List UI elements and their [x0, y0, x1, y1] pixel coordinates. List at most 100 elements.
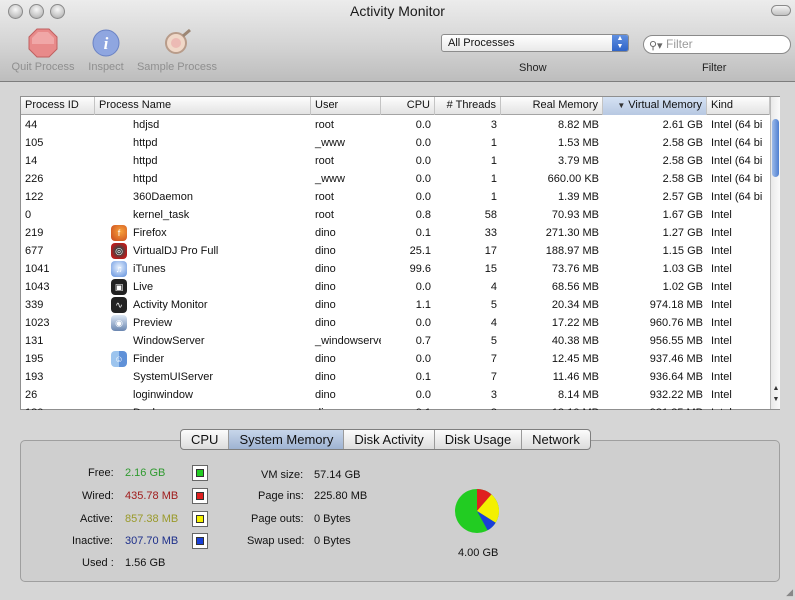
cell-virtual: 2.58 GB [662, 173, 703, 185]
cell-user: root [315, 209, 334, 221]
table-row[interactable]: 180 Dockdino0.1313.10 MB931.35 MBIntel [21, 404, 770, 410]
column-cpu[interactable]: CPU [381, 97, 435, 115]
wired-color-swatch[interactable] [192, 488, 208, 504]
cell-virtual: 956.55 MB [649, 335, 703, 347]
column-process-id[interactable]: Process ID [21, 97, 95, 115]
table-row[interactable]: 195 Finder dino 0.0 7 12.45 MB 937.46 MB Intel ☺ [21, 350, 770, 368]
cell-real: 12.45 MB [551, 353, 599, 365]
tab-system-memory[interactable]: System Memory [229, 430, 345, 449]
table-row[interactable]: 44 hdjsd root 0.0 3 8.82 MB 2.61 GB Intel (64 b… [21, 116, 770, 134]
free-color-swatch[interactable] [192, 465, 208, 481]
scrollbar-thumb[interactable] [772, 119, 779, 177]
cell-user: dino [315, 263, 336, 275]
inactive-color-swatch[interactable] [192, 533, 208, 549]
tab-network[interactable]: Network [522, 430, 590, 449]
vm-size-label: VM size: [261, 469, 304, 481]
cell-virtual: 2.58 GB [662, 137, 703, 149]
table-row[interactable]: 677 VirtualDJ Pro Full dino 25.1 17 188.97 MB… [21, 242, 770, 260]
cell-kind: Intel (64 bi [711, 137, 763, 149]
cell-name: hdjsd [133, 119, 160, 131]
cell-threads: 3 [435, 404, 501, 410]
search-icon: ⚲▾ [649, 40, 663, 52]
cell-virtual: 974.18 MB [649, 299, 703, 311]
cell-kind: Intel [711, 317, 732, 329]
active-color-swatch[interactable] [192, 511, 208, 527]
table-row[interactable]: 26 loginwindow dino 0.0 3 8.14 MB 932.22 MB Int… [21, 386, 770, 404]
column-real-memory[interactable]: Real Memory [501, 97, 603, 115]
cell-real: 188.97 MB [545, 245, 599, 257]
memory-pie-chart [455, 489, 500, 533]
free-value: 2.16 GB [125, 467, 166, 479]
cell-real: 660.00 KB [547, 173, 599, 185]
table-row[interactable]: 131 WindowServer _windowserver 0.7 5 40.38 MB… [21, 332, 770, 350]
cell-name: WindowServer [133, 335, 205, 347]
show-processes-popup[interactable]: All Processes ▲ ▼ [441, 34, 629, 52]
finder-icon: ☺ [111, 351, 127, 367]
table-row[interactable]: 339 Activity Monitor dino 1.1 5 20.34 MB 974.1… [21, 296, 770, 314]
sample-process-button[interactable]: Sample Process [134, 28, 220, 73]
free-label: Free: [88, 467, 114, 479]
cell-virtual: 1.27 GB [662, 227, 703, 239]
cell-user: _www [315, 137, 345, 149]
cell-user: root [315, 119, 334, 131]
filter-search-field[interactable]: ⚲▾ Filter [643, 35, 791, 54]
cell-name: Preview [133, 317, 173, 329]
cell-pid: 1041 [25, 263, 50, 275]
tab-disk-usage[interactable]: Disk Usage [435, 430, 523, 449]
vm-size-value: 57.14 GB [314, 469, 361, 481]
cell-kind: Intel [711, 227, 732, 239]
cell-threads: 58 [484, 209, 497, 221]
cell-cpu: 1.1 [415, 299, 431, 311]
cell-real: 1.39 MB [558, 191, 599, 203]
itunes-icon: ♫ [111, 261, 127, 277]
tab-cpu[interactable]: CPU [181, 430, 230, 449]
cell-cpu: 0.0 [415, 389, 431, 401]
cell-pid: 1023 [25, 317, 50, 329]
cell-cpu: 0.0 [415, 281, 431, 293]
table-row[interactable]: 122 360Daemon root 0.0 1 1.39 MB 2.57 GB Intel … [21, 188, 770, 206]
inspect-button[interactable]: i Inspect [84, 28, 128, 73]
cell-virtual: 1.15 GB [662, 245, 703, 257]
column-user[interactable]: User [311, 97, 381, 115]
cell-kind: Intel [711, 389, 732, 401]
cell-user: dino [315, 227, 336, 239]
table-row[interactable]: 105 httpd _www 0.0 1 1.53 MB 2.58 GB Intel (64 … [21, 134, 770, 152]
resize-grip-icon[interactable]: ◢ [786, 587, 793, 598]
scroll-up-arrow-icon[interactable]: ▲ [772, 385, 780, 392]
quit-process-button[interactable]: Quit Process [8, 28, 78, 73]
column-virtual-memory[interactable]: ▼ Virtual Memory [603, 97, 707, 115]
cell-kind: Intel [711, 335, 732, 347]
cell-threads: 3 [490, 389, 497, 401]
table-row[interactable]: 226 httpd _www 0.0 1 660.00 KB 2.58 GB Intel (6… [21, 170, 770, 188]
activity-monitor-icon: ∿ [111, 297, 127, 313]
wired-value: 435.78 MB [125, 490, 179, 502]
column-threads[interactable]: # Threads [435, 97, 501, 115]
cell-real: 3.79 MB [558, 155, 599, 167]
table-row[interactable]: 1023 Preview dino 0.0 4 17.22 MB 960.76 MB Inte… [21, 314, 770, 332]
tab-disk-activity[interactable]: Disk Activity [344, 430, 435, 449]
table-row[interactable]: 0 kernel_task root 0.8 58 70.93 MB 1.67 GB Inte… [21, 206, 770, 224]
cell-name: httpd [133, 137, 158, 149]
cell-threads: 33 [484, 227, 497, 239]
table-row[interactable]: 1043 Live dino 0.0 4 68.56 MB 1.02 GB Intel ▣ [21, 278, 770, 296]
cell-kind: Intel (64 bi [711, 155, 763, 167]
cell-virtual: 932.22 MB [649, 389, 703, 401]
used-label: Used : [82, 557, 114, 569]
cell-user: dino [315, 299, 336, 311]
table-row[interactable]: 14 httpd root 0.0 1 3.79 MB 2.58 GB Intel (64 b… [21, 152, 770, 170]
column-kind[interactable]: Kind [707, 97, 770, 115]
cell-user: dino [315, 389, 336, 401]
column-process-name[interactable]: Process Name [95, 97, 311, 115]
table-vertical-scrollbar[interactable]: ▲ ▼ [770, 97, 780, 409]
cell-cpu: 0.7 [415, 335, 431, 347]
cell-cpu: 0.8 [415, 209, 431, 221]
table-row[interactable]: 1041 iTunes dino 99.6 15 73.76 MB 1.03 GB Intel… [21, 260, 770, 278]
table-row[interactable]: 193 SystemUIServer dino 0.1 7 11.46 MB 936.64 … [21, 368, 770, 386]
cell-user: _www [315, 173, 345, 185]
svg-text:i: i [104, 34, 109, 53]
table-row[interactable]: 219 Firefox dino 0.1 33 271.30 MB 1.27 GB Intel… [21, 224, 770, 242]
cell-user: dino [315, 317, 336, 329]
scroll-down-arrow-icon[interactable]: ▼ [772, 396, 780, 403]
inactive-label: Inactive: [72, 535, 113, 547]
cell-pid: 44 [25, 119, 38, 131]
